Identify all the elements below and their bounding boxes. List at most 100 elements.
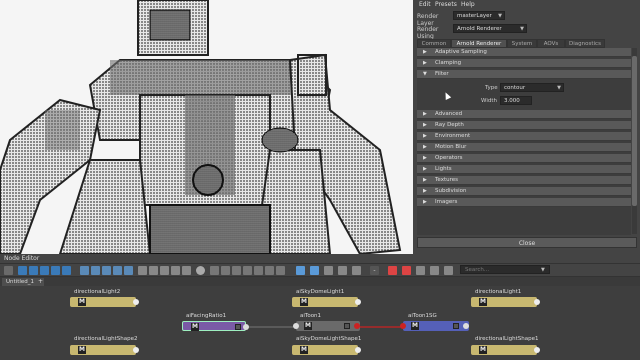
section-clamping[interactable]: ▶ Clamping: [417, 59, 631, 68]
node-directional-light-2[interactable]: M: [70, 297, 139, 307]
node-directional-light-shape-2[interactable]: M: [70, 345, 139, 355]
clear-graph-icon[interactable]: [113, 266, 122, 275]
minus-icon[interactable]: -: [370, 266, 379, 275]
collapse-icon[interactable]: [352, 266, 361, 275]
section-textures[interactable]: ▶ Textures: [417, 176, 631, 185]
section-imagers[interactable]: ▶ Imagers: [417, 198, 631, 207]
section-advanced[interactable]: ▶ Advanced: [417, 110, 631, 119]
node-search-input[interactable]: Search...: [460, 265, 550, 274]
filter-width-row: 3.000: [500, 96, 540, 106]
tab-system[interactable]: System: [507, 39, 537, 48]
section-ray-depth[interactable]: ▶ Ray Depth: [417, 121, 631, 130]
menu-help[interactable]: Help: [461, 1, 475, 8]
add-tab-icon[interactable]: +: [38, 278, 43, 285]
expand-icon[interactable]: [338, 266, 347, 275]
section-label: Subdivision: [435, 188, 467, 194]
settings-scrollbar[interactable]: [632, 48, 637, 234]
output-port[interactable]: [534, 299, 540, 305]
mouse-cursor-icon: [442, 91, 452, 100]
tab-common[interactable]: Common: [417, 39, 451, 48]
output-port[interactable]: [133, 299, 139, 305]
section-adaptive-sampling[interactable]: ▶ Adaptive Sampling: [417, 48, 631, 57]
graph-input-output-icon[interactable]: [18, 266, 27, 275]
simple-mode-icon[interactable]: [138, 266, 147, 275]
output-port[interactable]: [354, 323, 360, 329]
node-label-directional-light-1: directionalLight1: [475, 289, 522, 295]
menu-icon[interactable]: [4, 266, 13, 275]
expand-arrow-icon: ▶: [423, 49, 427, 55]
reset-icon[interactable]: [416, 266, 425, 275]
section-filter[interactable]: ▼ Filter: [417, 70, 631, 79]
output-port[interactable]: [133, 347, 139, 353]
output-port[interactable]: [534, 347, 540, 353]
tab-arnold-renderer[interactable]: Arnold Renderer: [451, 39, 507, 48]
robot-render-image: [0, 0, 413, 254]
node-directional-light-1[interactable]: M: [471, 297, 540, 307]
full-mode-icon[interactable]: [160, 266, 169, 275]
filter-width-field[interactable]: 3.000: [500, 96, 532, 105]
output-port[interactable]: [355, 299, 361, 305]
node-skydome-light-shape[interactable]: M: [292, 345, 361, 355]
expand-arrow-icon: ▶: [423, 133, 427, 139]
input-port[interactable]: [293, 323, 299, 329]
show-grid-icon[interactable]: [232, 266, 241, 275]
section-label: Motion Blur: [435, 144, 467, 150]
graph-input-icon[interactable]: [29, 266, 38, 275]
add-selected-icon[interactable]: [51, 266, 60, 275]
attribute-filter-icon[interactable]: [254, 266, 263, 275]
output-port[interactable]: [243, 324, 249, 330]
node-facing-ratio[interactable]: M: [182, 321, 249, 331]
search-icon[interactable]: [196, 266, 205, 275]
input-port[interactable]: [400, 323, 406, 329]
menu-edit[interactable]: Edit: [419, 1, 431, 8]
section-operators[interactable]: ▶ Operators: [417, 154, 631, 163]
render-using-dropdown[interactable]: Arnold Renderer ▼: [453, 24, 527, 33]
tab-aovs[interactable]: AOVs: [537, 39, 565, 48]
sync-icon[interactable]: [265, 266, 274, 275]
section-subdivision[interactable]: ▶ Subdivision: [417, 187, 631, 196]
bookmark-icon[interactable]: [276, 266, 285, 275]
section-motion-blur[interactable]: ▶ Motion Blur: [417, 143, 631, 152]
snap-grid-icon[interactable]: [221, 266, 230, 275]
output-port[interactable]: [355, 347, 361, 353]
remove-selected-icon[interactable]: [62, 266, 71, 275]
connected-mode-icon[interactable]: [149, 266, 158, 275]
section-label: Lights: [435, 166, 452, 172]
relayout-icon[interactable]: [102, 266, 111, 275]
custom-mode-icon[interactable]: [171, 266, 180, 275]
graph-output-icon[interactable]: [40, 266, 49, 275]
close-button[interactable]: Close: [417, 237, 637, 248]
scrollbar-thumb[interactable]: [632, 56, 637, 206]
grid-icon[interactable]: [210, 266, 219, 275]
section-lights[interactable]: ▶ Lights: [417, 165, 631, 174]
graph-traversal-icon[interactable]: [310, 266, 319, 275]
section-label: Filter: [435, 71, 449, 77]
stop-icon[interactable]: [402, 266, 411, 275]
filter-type-dropdown[interactable]: contour ▼: [500, 83, 564, 92]
list-view-icon[interactable]: [182, 266, 191, 275]
search-dropdown-icon[interactable]: ▼: [541, 267, 545, 273]
node-ai-toon-sg[interactable]: M: [400, 321, 469, 331]
frame-all-icon[interactable]: [80, 266, 89, 275]
toggle-swatch-icon[interactable]: [124, 266, 133, 275]
node-skydome-light[interactable]: M: [292, 297, 361, 307]
filter-icon[interactable]: [444, 266, 453, 275]
output-port[interactable]: [463, 323, 469, 329]
pin-icon[interactable]: [296, 266, 305, 275]
node-grid-icon[interactable]: [243, 266, 252, 275]
settings-icon[interactable]: [430, 266, 439, 275]
tab-diagnostics[interactable]: Diagnostics: [565, 39, 605, 48]
render-layer-dropdown[interactable]: masterLayer ▼: [453, 11, 505, 20]
record-icon[interactable]: [388, 266, 397, 275]
section-environment[interactable]: ▶ Environment: [417, 132, 631, 141]
node-directional-light-shape-1[interactable]: M: [471, 345, 540, 355]
render-viewport[interactable]: [0, 0, 413, 254]
menu-presets[interactable]: Presets: [435, 1, 457, 8]
add-node-icon[interactable]: [324, 266, 333, 275]
frame-selected-icon[interactable]: [91, 266, 100, 275]
node-ai-toon[interactable]: M: [293, 321, 360, 331]
filter-type-value: contour: [504, 85, 526, 91]
swatch-icon: [344, 323, 350, 329]
node-graph-canvas[interactable]: directionalLight2 M aiSkyDomeLight1 M di…: [0, 286, 640, 360]
maya-node-icon: M: [479, 298, 487, 306]
